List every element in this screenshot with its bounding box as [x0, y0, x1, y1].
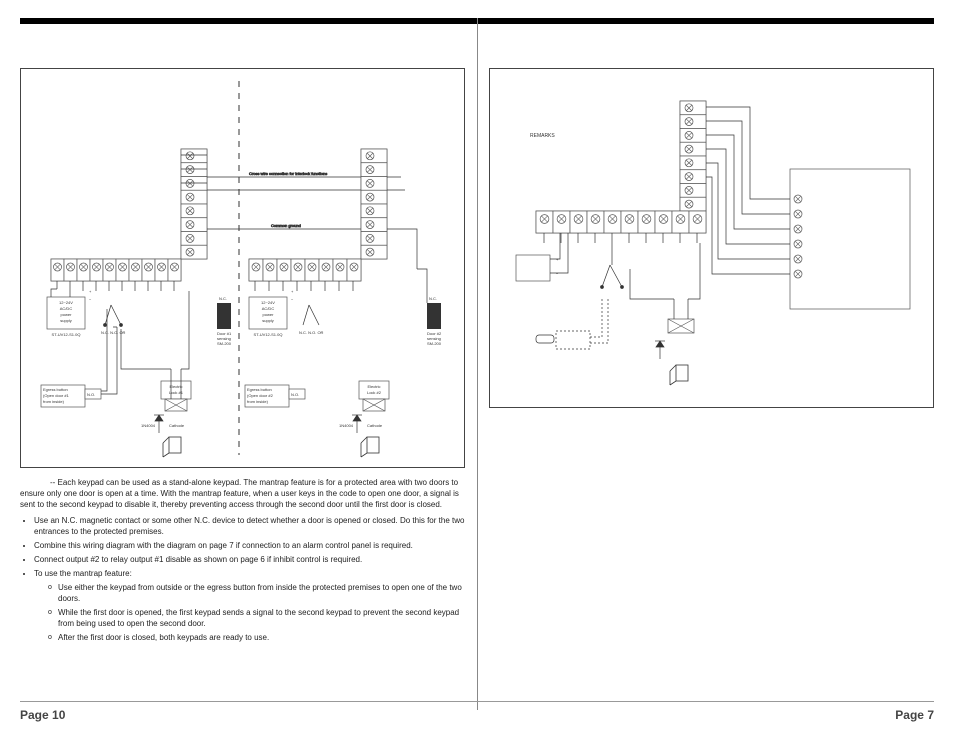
subbullet-2: While the first door is opened, the firs… [48, 608, 465, 630]
svg-text:N.C. N.O. OR: N.C. N.O. OR [101, 330, 126, 335]
svg-text:1N4004: 1N4004 [141, 423, 156, 428]
svg-text:N.O.: N.O. [87, 392, 95, 397]
svg-text:Cross wire connection for inte: Cross wire connection for interlock func… [249, 171, 327, 176]
svg-text:SM-200: SM-200 [217, 341, 232, 346]
svg-text:Lock #2: Lock #2 [367, 390, 382, 395]
svg-text:from inside): from inside) [247, 399, 269, 404]
svg-text:ST-UV12-S1.0Q: ST-UV12-S1.0Q [52, 332, 81, 337]
page-divider [477, 18, 478, 710]
svg-text:supply: supply [262, 318, 274, 323]
svg-text:12~24V: 12~24V [59, 300, 73, 305]
svg-text:(Open door #1: (Open door #1 [43, 393, 70, 398]
svg-text:12~24V: 12~24V [261, 300, 275, 305]
bullet-4: To use the mantrap feature: Use either t… [34, 569, 465, 644]
svg-text:from inside): from inside) [43, 399, 65, 404]
right-page: REMARKS [489, 34, 934, 710]
svg-text:−: − [291, 297, 294, 302]
svg-text:power: power [263, 312, 275, 317]
svg-text:Cathode: Cathode [367, 423, 383, 428]
intro-paragraph: -- Each keypad can be used as a stand-al… [20, 478, 465, 510]
svg-text:Egress button: Egress button [247, 387, 272, 392]
svg-text:Electric: Electric [169, 384, 182, 389]
svg-text:AC/DC: AC/DC [262, 306, 275, 311]
page-number-right: Page 7 [895, 708, 934, 722]
bullet-2: Combine this wiring diagram with the dia… [34, 541, 465, 552]
svg-text:SM-200: SM-200 [427, 341, 442, 346]
subbullet-3: After the first door is closed, both key… [48, 633, 465, 644]
svg-text:N.C. N.O. OR: N.C. N.O. OR [299, 330, 324, 335]
bullet-3: Connect output #2 to relay output #1 dis… [34, 555, 465, 566]
svg-text:Egress button: Egress button [43, 387, 68, 392]
right-wiring-diagram: REMARKS [489, 68, 934, 408]
subbullet-1: Use either the keypad from outside or th… [48, 583, 465, 605]
svg-text:ST-UV12-S1.0Q: ST-UV12-S1.0Q [254, 332, 283, 337]
svg-text:power: power [61, 312, 73, 317]
svg-text:+: + [291, 289, 294, 294]
left-wiring-diagram: 12~24V AC/DC power supply ST-UV12-S1.0Q … [20, 68, 465, 468]
svg-text:1N4004: 1N4004 [339, 423, 354, 428]
svg-text:Cathode: Cathode [169, 423, 185, 428]
svg-text:−: − [556, 271, 559, 276]
svg-text:−: − [89, 297, 92, 302]
svg-text:+: + [556, 257, 559, 262]
left-body-text: -- Each keypad can be used as a stand-al… [20, 478, 465, 643]
left-page: 12~24V AC/DC power supply ST-UV12-S1.0Q … [20, 34, 465, 710]
svg-text:+: + [89, 289, 92, 294]
page-number-left: Page 10 [20, 708, 65, 722]
footer-rule [20, 701, 934, 702]
svg-text:Common ground: Common ground [271, 223, 301, 228]
bullet-1: Use an N.C. magnetic contact or some oth… [34, 516, 465, 538]
svg-text:REMARKS: REMARKS [530, 133, 555, 139]
svg-text:supply: supply [60, 318, 72, 323]
svg-text:AC/DC: AC/DC [60, 306, 73, 311]
svg-text:Electric: Electric [367, 384, 380, 389]
svg-text:N.C.: N.C. [429, 296, 437, 301]
svg-text:N.C.: N.C. [219, 296, 227, 301]
svg-text:N.O.: N.O. [291, 392, 299, 397]
svg-text:(Open door #2: (Open door #2 [247, 393, 274, 398]
